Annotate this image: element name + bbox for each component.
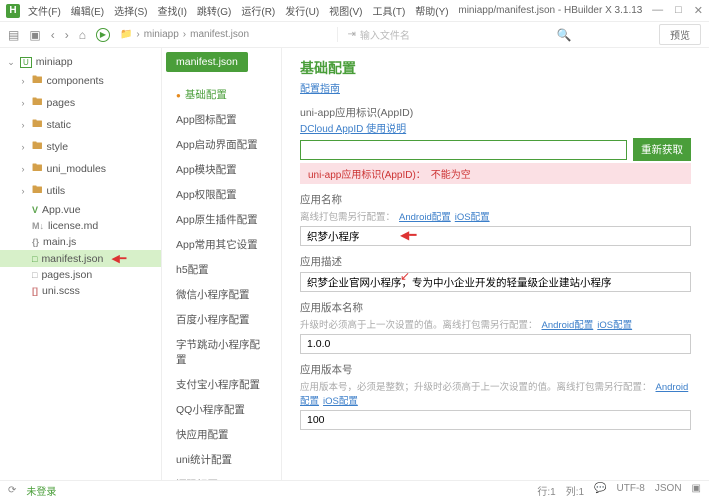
preview-button[interactable]: 预览 bbox=[659, 24, 701, 45]
appname-input[interactable] bbox=[300, 226, 691, 246]
section-item[interactable]: 字节跳动小程序配置 bbox=[162, 332, 281, 372]
section-item[interactable]: 源码视图 bbox=[162, 472, 281, 480]
section-item[interactable]: 支付宝小程序配置 bbox=[162, 372, 281, 397]
section-list: 基础配置 App图标配置 App启动界面配置 App模块配置 App权限配置 A… bbox=[162, 76, 281, 480]
section-item[interactable]: QQ小程序配置 bbox=[162, 397, 281, 422]
section-item[interactable]: App图标配置 bbox=[162, 107, 281, 132]
menu-help[interactable]: 帮助(Y) bbox=[415, 3, 448, 18]
breadcrumb-folder-icon: 📁 bbox=[120, 29, 132, 40]
ios-link[interactable]: iOS配置 bbox=[597, 320, 632, 331]
home-icon[interactable]: ⌂ bbox=[79, 28, 86, 42]
app-logo: H bbox=[6, 4, 20, 18]
tree-folder[interactable]: ›🖿static bbox=[0, 114, 161, 136]
section-item[interactable]: uni统计配置 bbox=[162, 447, 281, 472]
tree-root[interactable]: ⌄Uminiapp bbox=[0, 54, 161, 70]
form-panel: 基础配置 配置指南 uni-app应用标识(AppID) DCloud AppI… bbox=[282, 48, 709, 480]
terminal-icon[interactable]: ▣ bbox=[692, 483, 701, 498]
appname-label: 应用名称 bbox=[300, 192, 691, 207]
vercode-hint: 应用版本号，必须是整数；升级时必须高于上一次设置的值。离线打包需另行配置：And… bbox=[300, 379, 691, 407]
input-cursor-icon: ⇥ bbox=[348, 29, 356, 40]
tree-folder[interactable]: ›🖿components bbox=[0, 70, 161, 92]
ios-link[interactable]: iOS配置 bbox=[323, 396, 358, 407]
maximize-icon[interactable]: □ bbox=[675, 4, 682, 17]
editor-tab[interactable]: manifest.json bbox=[166, 52, 248, 72]
tree-file[interactable]: □pages.json bbox=[0, 267, 161, 283]
appname-hint: 离线打包需另行配置：Android配置iOS配置 bbox=[300, 209, 691, 223]
reget-button[interactable]: 重新获取 bbox=[633, 138, 691, 161]
vercode-label: 应用版本号 bbox=[300, 362, 691, 377]
menu-edit[interactable]: 编辑(E) bbox=[71, 3, 104, 18]
menu-tools[interactable]: 工具(T) bbox=[373, 3, 406, 18]
search-input[interactable]: ⇥ 输入文件名 bbox=[337, 27, 537, 42]
vername-input[interactable] bbox=[300, 334, 691, 354]
section-item[interactable]: App模块配置 bbox=[162, 157, 281, 182]
tree-file[interactable]: M↓license.md bbox=[0, 218, 161, 234]
menu-file[interactable]: 文件(F) bbox=[28, 3, 61, 18]
desc-label: 应用描述 bbox=[300, 254, 691, 269]
android-link[interactable]: Android配置 bbox=[399, 212, 451, 223]
run-icon[interactable]: ▶ bbox=[96, 28, 110, 42]
menu-run[interactable]: 运行(R) bbox=[241, 3, 275, 18]
menu-view[interactable]: 视图(V) bbox=[329, 3, 362, 18]
sidebar-toggle-icon[interactable]: ▤ bbox=[8, 28, 19, 42]
minimize-icon[interactable]: — bbox=[652, 4, 663, 17]
menu-find[interactable]: 查找(I) bbox=[157, 3, 186, 18]
tree-file[interactable]: VApp.vue bbox=[0, 202, 161, 218]
pointer-arrow-icon: ↙ bbox=[400, 269, 410, 283]
vername-label: 应用版本名称 bbox=[300, 300, 691, 315]
menu-publish[interactable]: 发行(U) bbox=[285, 3, 319, 18]
section-item[interactable]: App启动界面配置 bbox=[162, 132, 281, 157]
menubar: 文件(F) 编辑(E) 选择(S) 查找(I) 跳转(G) 运行(R) 发行(U… bbox=[28, 3, 449, 18]
encoding[interactable]: UTF-8 bbox=[617, 483, 645, 498]
section-item[interactable]: 快应用配置 bbox=[162, 422, 281, 447]
section-item[interactable]: App原生插件配置 bbox=[162, 207, 281, 232]
chat-icon[interactable]: 💬 bbox=[594, 483, 606, 498]
sync-icon[interactable]: ⟳ bbox=[8, 485, 16, 496]
cursor-position: 行:1 列:1 bbox=[537, 483, 584, 498]
language-mode[interactable]: JSON bbox=[655, 483, 682, 498]
statusbar: ⟳ 未登录 行:1 列:1 💬 UTF-8 JSON ▣ bbox=[0, 480, 709, 500]
back-icon[interactable]: ‹ bbox=[51, 28, 55, 42]
desc-input[interactable] bbox=[300, 272, 691, 292]
menu-goto[interactable]: 跳转(G) bbox=[197, 3, 231, 18]
window-title: miniapp/manifest.json - HBuilder X 3.1.1… bbox=[449, 5, 653, 16]
error-message: uni-app应用标识(AppID)： 不能为空 bbox=[300, 163, 691, 184]
tree-folder[interactable]: ›🖿style bbox=[0, 136, 161, 158]
pointer-arrow-icon: ◀━ bbox=[400, 228, 416, 242]
search-icon[interactable]: 🔍 bbox=[557, 28, 572, 42]
menu-select[interactable]: 选择(S) bbox=[114, 3, 147, 18]
breadcrumb: 📁 › miniapp › manifest.json bbox=[120, 29, 249, 40]
tree-file[interactable]: []uni.scss bbox=[0, 283, 161, 299]
dcloud-link[interactable]: DCloud AppID 使用说明 bbox=[300, 124, 406, 135]
tree-file-manifest[interactable]: □manifest.json◀━ bbox=[0, 250, 161, 267]
tree-folder[interactable]: ›🖿pages bbox=[0, 92, 161, 114]
page-heading: 基础配置 bbox=[300, 58, 691, 78]
section-item[interactable]: App常用其它设置 bbox=[162, 232, 281, 257]
section-item[interactable]: App权限配置 bbox=[162, 182, 281, 207]
tree-folder[interactable]: ›🖿utils bbox=[0, 180, 161, 202]
ios-link[interactable]: iOS配置 bbox=[455, 212, 490, 223]
section-item[interactable]: 微信小程序配置 bbox=[162, 282, 281, 307]
file-tree: ⌄Uminiapp ›🖿components ›🖿pages ›🖿static … bbox=[0, 48, 162, 480]
tree-file[interactable]: {}main.js bbox=[0, 234, 161, 250]
forward-icon[interactable]: › bbox=[65, 28, 69, 42]
explorer-icon[interactable]: ▣ bbox=[29, 28, 40, 42]
tree-folder[interactable]: ›🖿uni_modules bbox=[0, 158, 161, 180]
section-item[interactable]: h5配置 bbox=[162, 257, 281, 282]
guide-link[interactable]: 配置指南 bbox=[300, 80, 691, 95]
pointer-arrow-icon: ◀━ bbox=[111, 252, 126, 265]
close-icon[interactable]: ✕ bbox=[694, 4, 703, 17]
appid-label: uni-app应用标识(AppID) bbox=[300, 105, 691, 120]
section-item[interactable]: 百度小程序配置 bbox=[162, 307, 281, 332]
vercode-input[interactable] bbox=[300, 410, 691, 430]
appid-input[interactable] bbox=[300, 140, 627, 160]
login-status[interactable]: 未登录 bbox=[26, 483, 56, 498]
vername-hint: 升级时必须高于上一次设置的值。离线打包需另行配置：Android配置iOS配置 bbox=[300, 317, 691, 331]
section-basic[interactable]: 基础配置 bbox=[162, 82, 281, 107]
android-link[interactable]: Android配置 bbox=[542, 320, 594, 331]
